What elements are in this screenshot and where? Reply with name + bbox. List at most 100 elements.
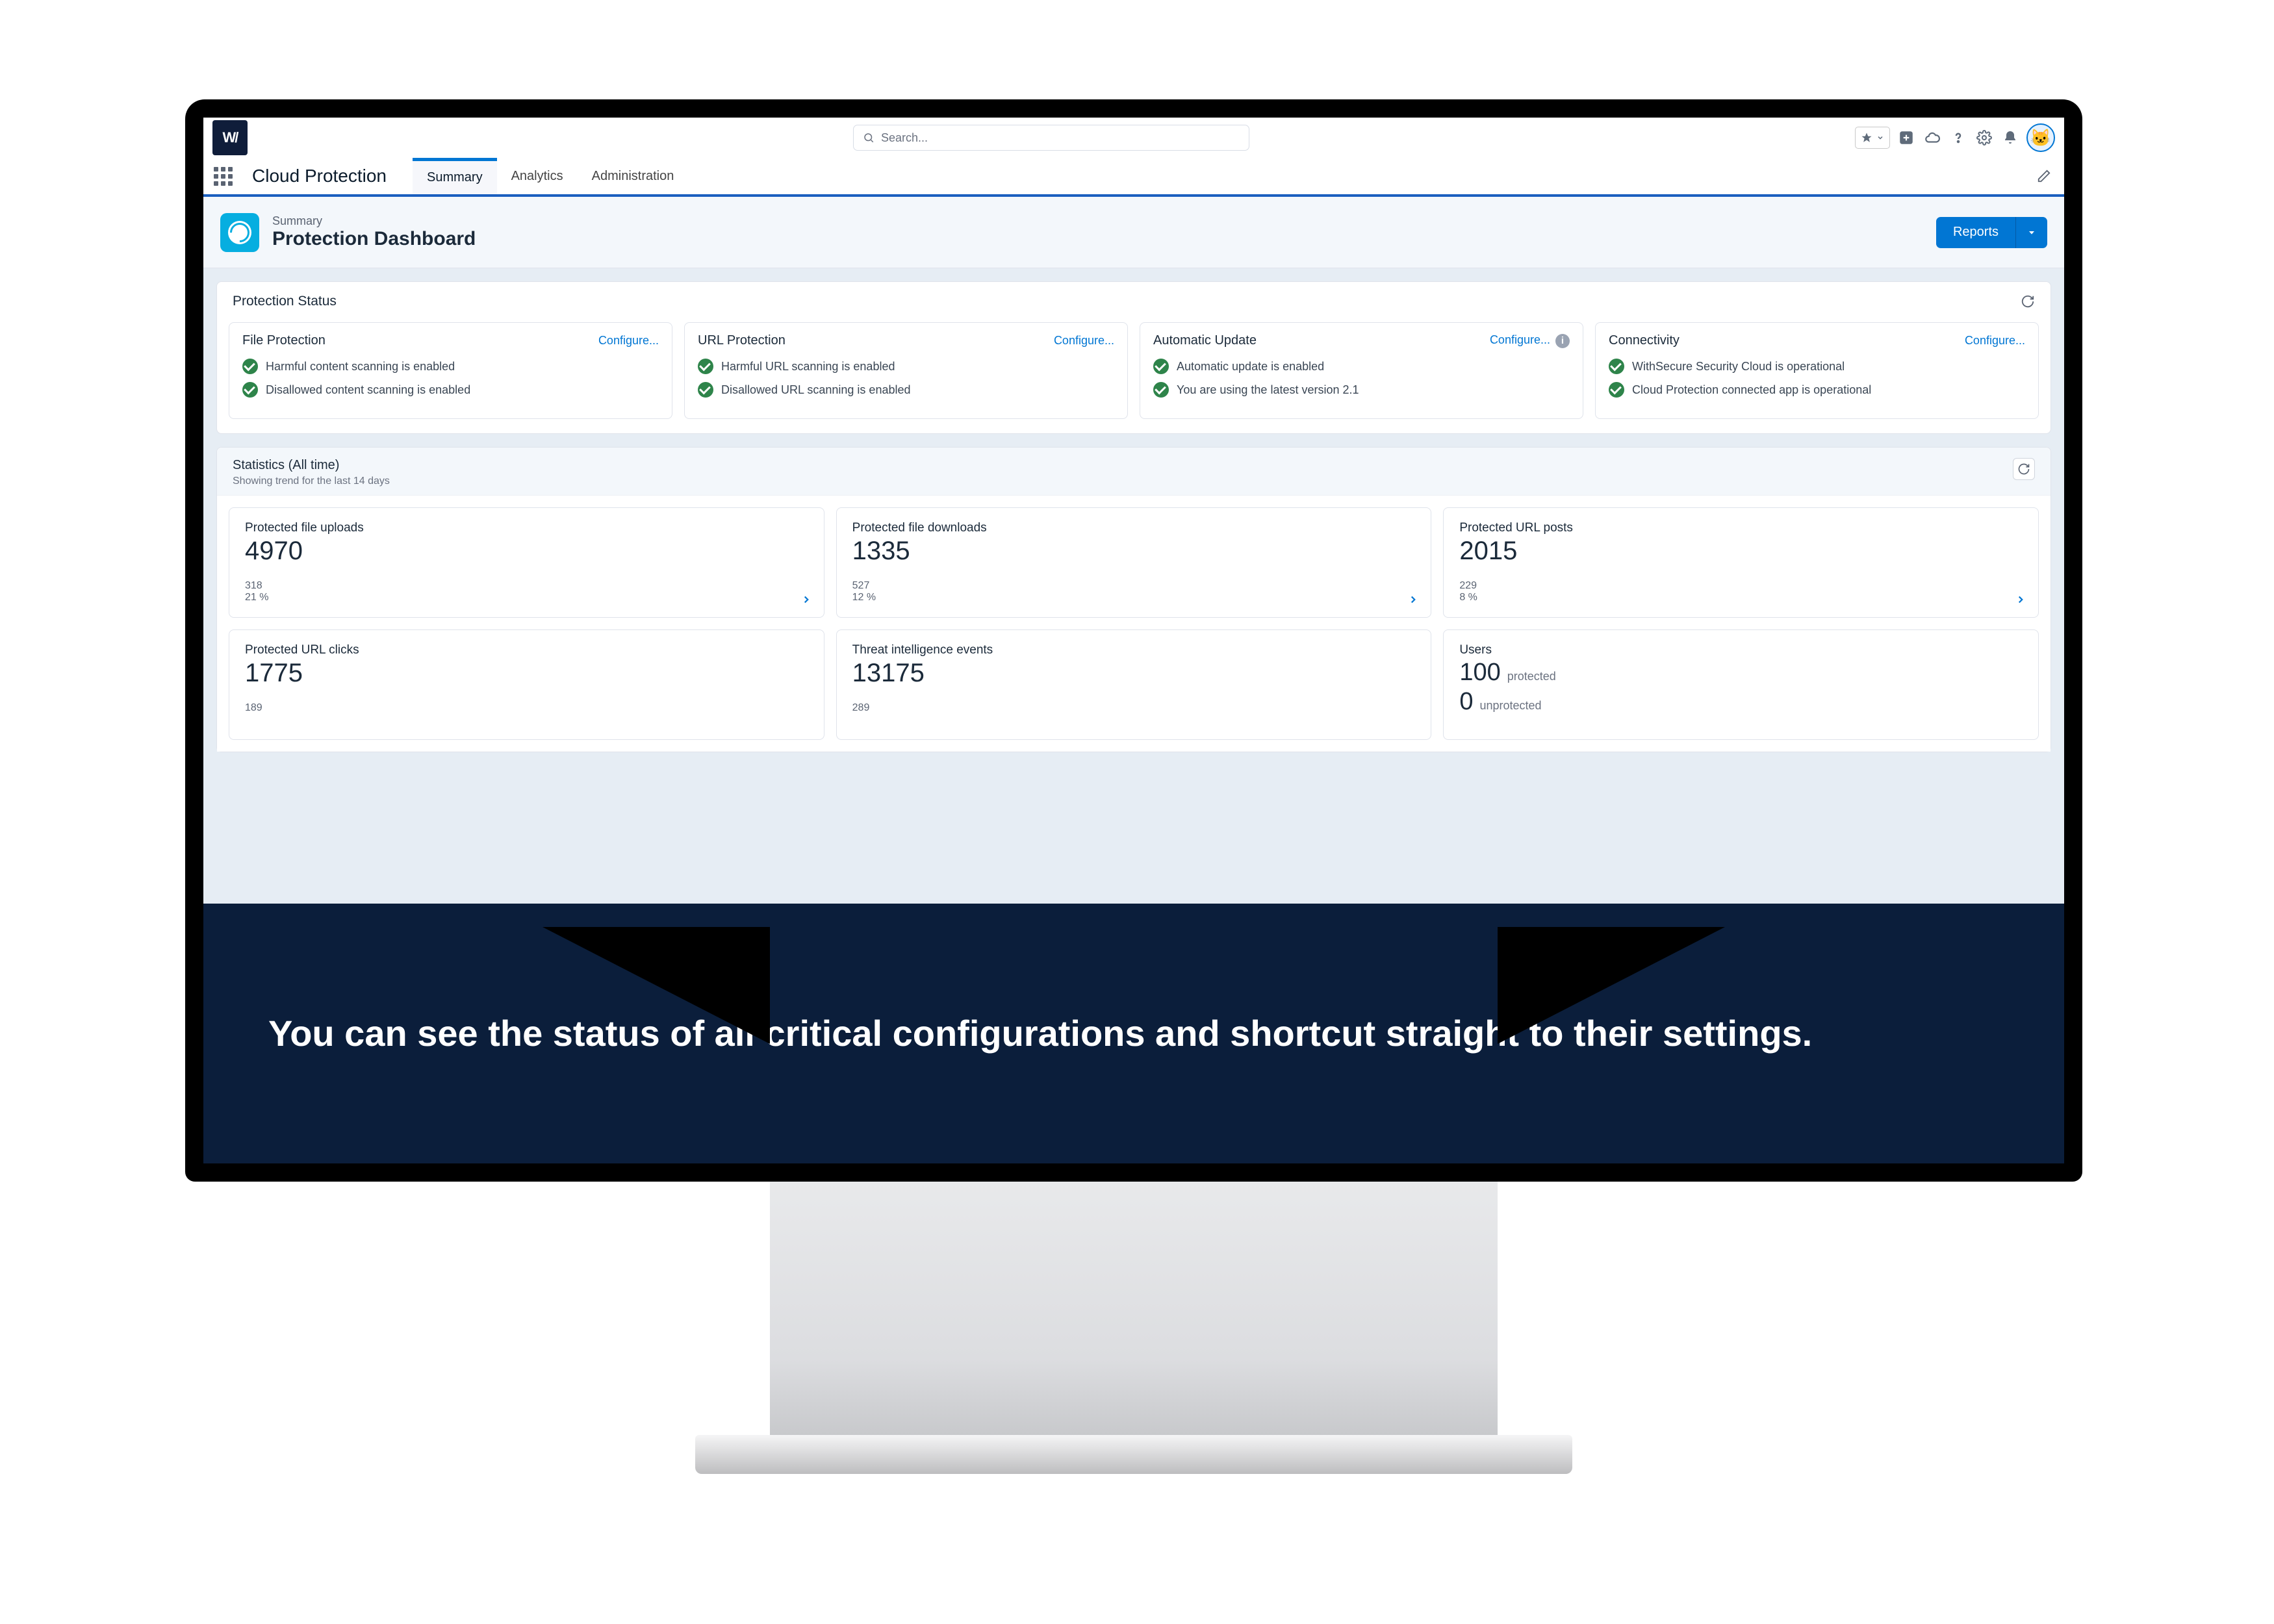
monitor-frame: W/ Search... — [185, 99, 2082, 1182]
check-icon — [242, 382, 258, 398]
avatar-icon: 🐱 — [2030, 128, 2051, 148]
add-button[interactable] — [1897, 129, 1916, 146]
global-search[interactable]: Search... — [853, 125, 1249, 151]
star-icon — [1861, 132, 1872, 144]
help-button[interactable] — [1948, 130, 1968, 146]
dashboard-icon — [220, 213, 259, 252]
stat-sub2: 21 % — [245, 592, 808, 603]
refresh-icon — [2021, 294, 2035, 309]
stat-sub2: 8 % — [1459, 592, 2023, 603]
cloud-icon — [1924, 129, 1941, 146]
tab-administration[interactable]: Administration — [578, 158, 689, 194]
stat-sub1: 318 — [245, 580, 808, 592]
configure-link[interactable]: Configure... — [598, 334, 659, 347]
check-icon — [1153, 382, 1169, 398]
status-line: WithSecure Security Cloud is operational — [1609, 359, 2025, 374]
stat-sub1: 289 — [852, 702, 1416, 714]
check-icon — [698, 359, 713, 374]
app-name: Cloud Protection — [252, 166, 387, 186]
plus-box-icon — [1898, 129, 1915, 146]
info-icon[interactable]: i — [1555, 334, 1570, 348]
search-icon — [863, 132, 875, 144]
check-icon — [1609, 359, 1624, 374]
status-card-connectivity: Connectivity Configure... WithSecure Secur… — [1595, 322, 2039, 419]
stat-value: 4970 — [245, 537, 808, 566]
stat-sub1: 229 — [1459, 580, 2023, 592]
monitor-stand-base — [695, 1435, 1572, 1474]
chevron-right-icon — [1407, 594, 1419, 605]
chevron-right-icon — [800, 594, 812, 605]
edit-nav-button[interactable] — [2037, 169, 2051, 183]
stat-label: Protected URL clicks — [245, 643, 808, 657]
refresh-icon — [2017, 463, 2030, 476]
user-avatar[interactable]: 🐱 — [2026, 123, 2055, 152]
chevron-down-icon — [1876, 134, 1884, 142]
tab-summary[interactable]: Summary — [413, 158, 497, 194]
status-line: Harmful content scanning is enabled — [242, 359, 659, 374]
check-icon — [1153, 359, 1169, 374]
stat-label: Threat intelligence events — [852, 643, 1416, 657]
protection-status-panel: Protection Status File ProtectionConfigu… — [216, 281, 2051, 434]
stat-value: 100 — [1459, 659, 1500, 687]
app-logo[interactable]: W/ — [212, 120, 248, 155]
global-header: W/ Search... — [203, 118, 2064, 158]
protection-status-title: Protection Status — [233, 294, 337, 309]
stat-value: 1775 — [245, 659, 808, 688]
check-icon — [1609, 382, 1624, 398]
status-card-title: URL Protection — [698, 333, 786, 348]
stat-card[interactable]: Threat intelligence events 13175 289 — [836, 629, 1432, 740]
monitor-stand-neck — [770, 1182, 1498, 1435]
status-card-file-protection: File ProtectionConfigure...Harmful conte… — [229, 322, 672, 419]
app-launcher-icon[interactable] — [214, 167, 233, 186]
stat-suffix-2: unprotected — [1479, 699, 1541, 713]
status-line: Disallowed URL scanning is enabled — [698, 382, 1114, 398]
status-card-title: Connectivity — [1609, 333, 1680, 348]
stat-label: Protected file downloads — [852, 521, 1416, 535]
reports-button[interactable]: Reports — [1936, 217, 2016, 248]
statistics-title: Statistics (All time) — [233, 458, 390, 473]
stat-value: 13175 — [852, 659, 1416, 688]
stat-card[interactable]: Protected URL clicks 1775 189 — [229, 629, 824, 740]
search-placeholder: Search... — [881, 131, 928, 145]
question-icon — [1950, 130, 1966, 146]
check-icon — [698, 382, 713, 398]
header-actions: 🐱 — [1855, 123, 2055, 152]
notifications-button[interactable] — [2000, 130, 2020, 146]
page-eyebrow: Summary — [272, 214, 322, 227]
configure-link[interactable]: Configure... — [1490, 333, 1550, 346]
bell-icon — [2002, 130, 2018, 146]
stat-sub2: 12 % — [852, 592, 1416, 603]
stat-label: Protected file uploads — [245, 521, 808, 535]
settings-button[interactable] — [1974, 130, 1994, 146]
stat-value: 2015 — [1459, 537, 2023, 566]
stat-sub1: 189 — [245, 702, 808, 714]
status-line: Harmful URL scanning is enabled — [698, 359, 1114, 374]
app-screen: W/ Search... — [203, 118, 2064, 1163]
stat-label: Protected URL posts — [1459, 521, 2023, 535]
refresh-button[interactable] — [2021, 294, 2035, 309]
gear-icon — [1976, 130, 1992, 146]
configure-link[interactable]: Configure... — [1965, 334, 2025, 347]
stat-sub1: 527 — [852, 580, 1416, 592]
statistics-panel: Statistics (All time) Showing trend for … — [216, 447, 2051, 752]
stat-label: Users — [1459, 643, 2023, 657]
stat-card[interactable]: Protected file uploads 4970 318 21 % — [229, 507, 824, 618]
stat-card[interactable]: Users 100protected 0unprotected — [1443, 629, 2039, 740]
status-line: Disallowed content scanning is enabled — [242, 382, 659, 398]
stat-card[interactable]: Protected URL posts 2015 229 8 % — [1443, 507, 2039, 618]
stat-value: 1335 — [852, 537, 1416, 566]
chevron-right-icon — [2015, 594, 2026, 605]
favorites-dropdown[interactable] — [1855, 127, 1890, 149]
cloud-button[interactable] — [1923, 129, 1942, 146]
status-card-url-protection: URL Protection Configure... Harmful URL sc… — [684, 322, 1128, 419]
stat-card[interactable]: Protected file downloads 1335 527 12 % — [836, 507, 1432, 618]
status-card-title: Automatic Update — [1153, 333, 1257, 348]
configure-link[interactable]: Configure... — [1054, 334, 1114, 347]
reports-dropdown[interactable] — [2016, 217, 2047, 248]
tab-analytics[interactable]: Analytics — [497, 158, 578, 194]
page-title: Protection Dashboard — [272, 228, 476, 250]
status-line: You are using the latest version 2.1 — [1153, 382, 1570, 398]
status-line: Automatic update is enabled — [1153, 359, 1570, 374]
stats-refresh-button[interactable] — [2013, 458, 2035, 480]
pencil-icon — [2037, 169, 2051, 183]
